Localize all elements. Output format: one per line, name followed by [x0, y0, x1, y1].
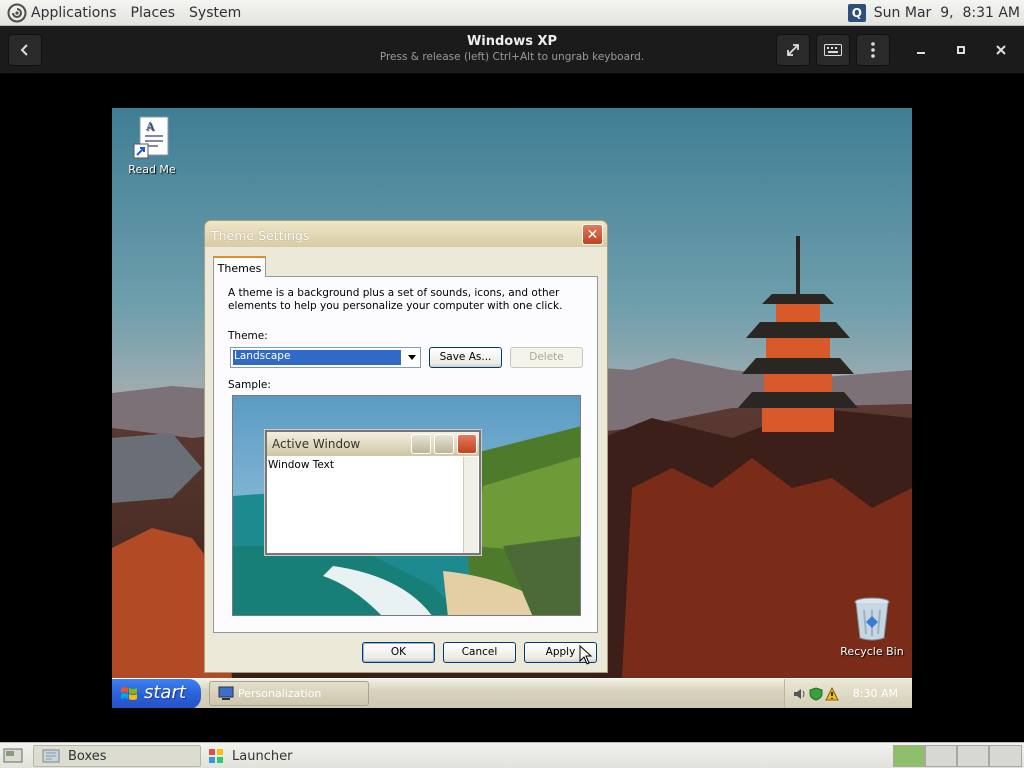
menu-applications[interactable]: Applications	[31, 5, 117, 21]
sample-window-text: Window Text	[268, 459, 334, 471]
kebab-menu-icon	[871, 42, 875, 58]
close-window-button[interactable]	[986, 34, 1016, 66]
cancel-button[interactable]: Cancel	[443, 642, 516, 663]
sample-minimize-icon	[411, 434, 431, 454]
recycle-bin-icon	[854, 597, 890, 641]
fullscreen-button[interactable]	[776, 34, 810, 66]
maximize-icon	[957, 46, 965, 54]
tab-themes[interactable]: Themes	[213, 256, 266, 277]
keyboard-icon	[824, 44, 842, 56]
start-button[interactable]: start	[112, 679, 201, 708]
security-alert-icon[interactable]	[825, 687, 839, 701]
task-launcher[interactable]: Launcher	[200, 745, 360, 767]
theme-description: A theme is a background plus a set of so…	[228, 287, 563, 312]
desktop-icon-recycle-bin[interactable]: Recycle Bin	[832, 596, 912, 658]
volume-icon[interactable]	[793, 687, 807, 701]
sample-close-icon	[457, 434, 477, 454]
menu-button[interactable]	[856, 34, 890, 66]
theme-settings-dialog: Theme Settings ✕ Themes A theme is a bac…	[204, 220, 608, 673]
dialog-titlebar[interactable]: Theme Settings ✕	[205, 221, 607, 247]
system-tray: 8:30 AM	[784, 679, 912, 708]
dialog-title: Theme Settings	[211, 228, 310, 243]
maximize-button[interactable]	[946, 34, 976, 66]
menu-places[interactable]: Places	[131, 5, 176, 21]
sample-active-window: Active Window Window Text	[265, 430, 481, 555]
vm-tray-icon[interactable]: Q	[847, 3, 866, 22]
close-icon: ✕	[586, 226, 599, 243]
theme-label: Theme:	[228, 330, 268, 342]
start-label: start	[144, 682, 186, 703]
xp-clock[interactable]: 8:30 AM	[853, 687, 898, 700]
theme-sample-preview: Active Window Window Text	[232, 395, 581, 616]
workspace-4[interactable]	[989, 745, 1022, 767]
fullscreen-icon	[787, 44, 799, 56]
ok-button[interactable]: OK	[362, 642, 435, 663]
sample-window-title: Active Window	[272, 437, 361, 451]
display-properties-icon	[218, 686, 234, 700]
dialog-close-button[interactable]: ✕	[582, 224, 603, 245]
chevron-down-icon[interactable]	[408, 355, 416, 360]
gnome-foot-icon[interactable]	[7, 3, 27, 23]
keyboard-button[interactable]	[816, 34, 850, 66]
back-button[interactable]	[8, 34, 42, 66]
sample-maximize-icon	[434, 434, 454, 454]
workspace-1[interactable]	[893, 745, 925, 767]
launcher-app-icon	[209, 749, 223, 763]
back-arrow-icon	[20, 44, 28, 56]
top-panel: Applications Places System Q Sun Mar 9, …	[0, 0, 1024, 26]
sample-label: Sample:	[228, 379, 271, 391]
sample-scrollbar	[463, 457, 478, 553]
bottom-panel: Boxes Launcher	[0, 742, 1024, 768]
taskbar-item-label: Personalization	[238, 687, 322, 700]
show-desktop-icon[interactable]	[3, 747, 23, 765]
desktop-icon-label: Recycle Bin	[840, 645, 904, 658]
workspace-2[interactable]	[925, 745, 957, 767]
minimize-icon	[917, 52, 925, 54]
mouse-cursor-icon	[579, 645, 593, 665]
theme-select[interactable]: Landscape	[230, 347, 421, 368]
boxes-app-icon	[42, 749, 60, 763]
vm-display[interactable]: A Read Me Recycle Bin Theme Settings ✕ T…	[112, 108, 912, 708]
task-label: Boxes	[68, 748, 107, 764]
task-label: Launcher	[232, 748, 293, 764]
taskbar-item-personalization[interactable]: Personalization	[209, 681, 369, 706]
security-shield-icon[interactable]	[809, 687, 823, 701]
save-as-button[interactable]: Save As...	[429, 347, 502, 368]
delete-button[interactable]: Delete	[510, 347, 583, 368]
xp-taskbar: start Personalization 8:30 AM	[112, 678, 912, 708]
task-boxes[interactable]: Boxes	[33, 745, 201, 767]
windows-logo-icon	[121, 687, 137, 700]
themes-tab-page: A theme is a background plus a set of so…	[213, 276, 598, 633]
workspace-3[interactable]	[957, 745, 989, 767]
close-icon	[996, 45, 1006, 55]
theme-select-value: Landscape	[232, 349, 402, 366]
document-shortcut-icon: A	[133, 116, 169, 159]
desktop-icon-label: Read Me	[128, 163, 176, 176]
vm-subtitle: Press & release (left) Ctrl+Alt to ungra…	[379, 51, 645, 63]
menu-system[interactable]: System	[189, 5, 241, 21]
panel-clock[interactable]: Sun Mar 9, 8:31 AM	[874, 5, 1020, 21]
desktop-icon-read-me[interactable]: A Read Me	[112, 116, 192, 176]
boxes-header-bar: Windows XP Press & release (left) Ctrl+A…	[0, 26, 1024, 74]
svg-text:A: A	[145, 120, 155, 133]
minimize-button[interactable]	[906, 34, 936, 66]
vm-title: Windows XP	[466, 34, 558, 49]
